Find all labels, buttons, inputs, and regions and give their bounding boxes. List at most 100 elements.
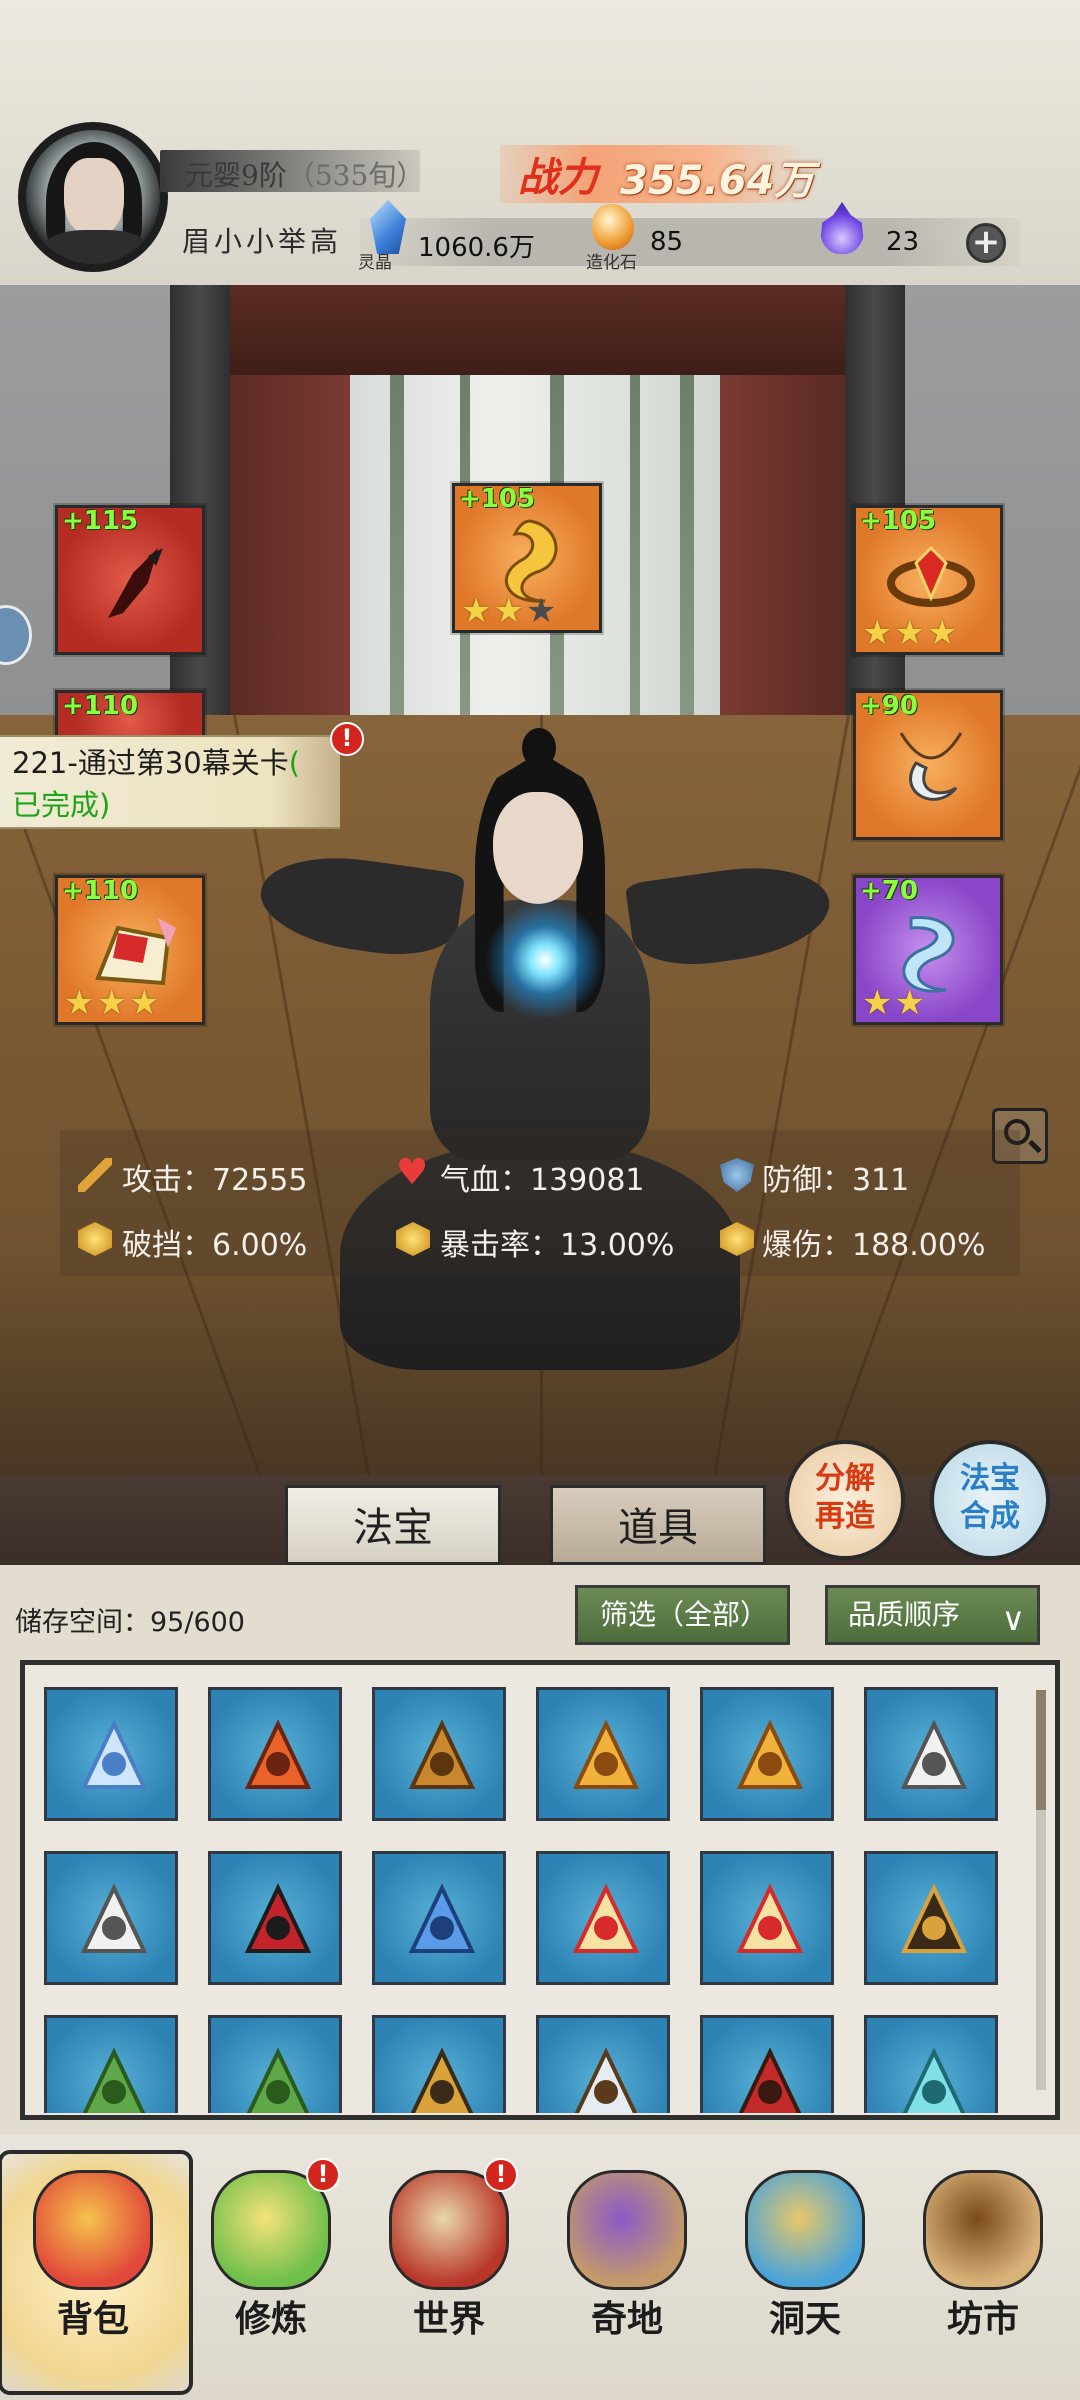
inventory-slot[interactable]: [536, 1687, 670, 1821]
inventory-slot[interactable]: [208, 1851, 342, 1985]
chevron-down-icon: ∨: [1001, 1600, 1025, 1638]
inventory-slot[interactable]: [700, 1687, 834, 1821]
nav-label: 奇地: [590, 2298, 663, 2340]
nav-label: 背包: [56, 2298, 129, 2340]
equip-slot-necklace[interactable]: +90: [853, 690, 1003, 840]
decompose-button[interactable]: 分解 再造: [785, 1440, 905, 1560]
inventory-slot[interactable]: [864, 1851, 998, 1985]
inventory-slot[interactable]: [372, 2015, 506, 2113]
red-black-boots-icon: [244, 1883, 312, 1953]
dark-hairpin-icon: [900, 1883, 968, 1953]
nav-scroll-map[interactable]: 世界!: [364, 2150, 534, 2390]
bag-icon: [33, 2170, 153, 2290]
stat-crit-rate: 暴击率：13.00%: [440, 1228, 675, 1263]
nav-label: 洞天: [768, 2298, 841, 2340]
golden-armor-icon: [572, 1719, 640, 1789]
nav-label: 坊市: [946, 2298, 1019, 2340]
creation-stone-icon: [592, 204, 634, 250]
tab-items[interactable]: 道具: [550, 1485, 766, 1565]
fire-axe-icon: [244, 1719, 312, 1789]
golden-boots-icon: [736, 1883, 804, 1953]
stat-attack: 攻击：72555: [122, 1163, 308, 1198]
player-avatar[interactable]: [18, 122, 168, 272]
star-rating: ★★★: [862, 613, 960, 653]
equip-slot-crown[interactable]: +105 ★★★: [853, 505, 1003, 655]
jade-necklace-icon: [902, 2047, 966, 2113]
inventory-scroll-thumb[interactable]: [1036, 1690, 1046, 1810]
inventory-slot[interactable]: [44, 1687, 178, 1821]
power-label: 战力: [518, 154, 598, 201]
nav-market[interactable]: 坊市: [898, 2150, 1068, 2390]
blue-boots-icon: [408, 1883, 476, 1953]
realm-text: 元婴9阶（535旬）: [185, 159, 425, 192]
star-rating: ★★: [862, 983, 927, 1023]
equip-slot-talisman[interactable]: +105 ★★★: [452, 483, 602, 633]
nav-label: 修炼: [234, 2298, 307, 2340]
leaf-wreath-icon: [246, 2047, 310, 2113]
inventory-slot[interactable]: [536, 2015, 670, 2113]
quest-title[interactable]: 221-通过第30幕关卡(: [12, 740, 300, 782]
nav-lotus[interactable]: 修炼!: [186, 2150, 356, 2390]
leaf-wreath-icon: [82, 2047, 146, 2113]
portal-icon: [745, 2170, 865, 2290]
quest-alert-badge: !: [330, 722, 364, 756]
golden-armor-icon: [736, 1719, 804, 1789]
nav-portal[interactable]: 洞天: [720, 2150, 890, 2390]
bead-necklace-icon: [738, 2047, 802, 2113]
sort-dropdown[interactable]: 品质顺序 ∨: [825, 1585, 1040, 1645]
tab-bar: [0, 1475, 1080, 1565]
inventory-slot[interactable]: [536, 1851, 670, 1985]
inventory-slot[interactable]: [44, 2015, 178, 2113]
nav-alert-badge: !: [484, 2158, 518, 2192]
quest-status: 已完成): [12, 788, 111, 822]
golden-boots-icon: [572, 1883, 640, 1953]
equip-slot-weapon[interactable]: +115: [55, 505, 205, 655]
stat-break: 破挡：6.00%: [122, 1228, 308, 1263]
tab-treasure[interactable]: 法宝: [285, 1485, 501, 1565]
nav-alert-badge: !: [306, 2158, 340, 2192]
bronze-staff-icon: [408, 1719, 476, 1789]
add-currency-button[interactable]: +: [966, 223, 1006, 263]
inventory-slot[interactable]: [700, 1851, 834, 1985]
stat-defense: 防御：311: [762, 1163, 910, 1198]
storage-capacity: 储存空间：95/600: [15, 1607, 245, 1638]
silver-pendant-icon: [574, 2047, 638, 2113]
door-beam: [225, 285, 845, 375]
white-robe-icon: [900, 1719, 968, 1789]
inventory-slot[interactable]: [208, 2015, 342, 2113]
white-robe-icon: [80, 1883, 148, 1953]
inventory-slot[interactable]: [44, 1851, 178, 1985]
inventory-slot[interactable]: [208, 1687, 342, 1821]
star-rating: ★★★: [461, 591, 559, 631]
game-screen: { "header": { "realm": "元婴9阶", "age": "（…: [0, 0, 1080, 2400]
inventory-slot[interactable]: [700, 2015, 834, 2113]
spirit-crystal-value: 1060.6万: [418, 233, 535, 263]
market-icon: [923, 2170, 1043, 2290]
creation-stone-value: 85: [650, 227, 684, 257]
inventory-slot[interactable]: [864, 1687, 998, 1821]
stat-crit-damage: 爆伤：188.00%: [762, 1228, 986, 1263]
filter-button[interactable]: 筛选（全部）: [575, 1585, 790, 1645]
spirit-crystal-caption: 灵晶: [358, 253, 392, 273]
heart-icon: ♥: [396, 1152, 429, 1193]
cultivator-character: [254, 680, 836, 1440]
inventory-slot[interactable]: [372, 1851, 506, 1985]
equip-slot-boots[interactable]: +110 ★★★: [55, 875, 205, 1025]
ice-sword-icon: [80, 1719, 148, 1789]
purple-flame-value: 23: [886, 227, 920, 257]
synthesize-button[interactable]: 法宝 合成: [930, 1440, 1050, 1560]
stat-hp: 气血：139081: [440, 1163, 645, 1198]
sword-icon: [78, 1158, 112, 1192]
inventory-slot[interactable]: [372, 1687, 506, 1821]
creation-stone-caption: 造化石: [586, 253, 637, 273]
inventory-slot[interactable]: [864, 2015, 998, 2113]
power-value: 355.64万: [620, 158, 815, 204]
spirit-orb: [485, 900, 605, 1020]
pagoda-icon: [567, 2170, 687, 2290]
player-name: 眉小小举高: [182, 225, 343, 258]
nav-pagoda[interactable]: 奇地: [542, 2150, 712, 2390]
inventory-grid[interactable]: [22, 1665, 1032, 2113]
star-rating: ★★★: [64, 983, 162, 1023]
nav-bag[interactable]: 背包: [0, 2150, 193, 2395]
equip-slot-jade-pendant[interactable]: +70 ★★: [853, 875, 1003, 1025]
